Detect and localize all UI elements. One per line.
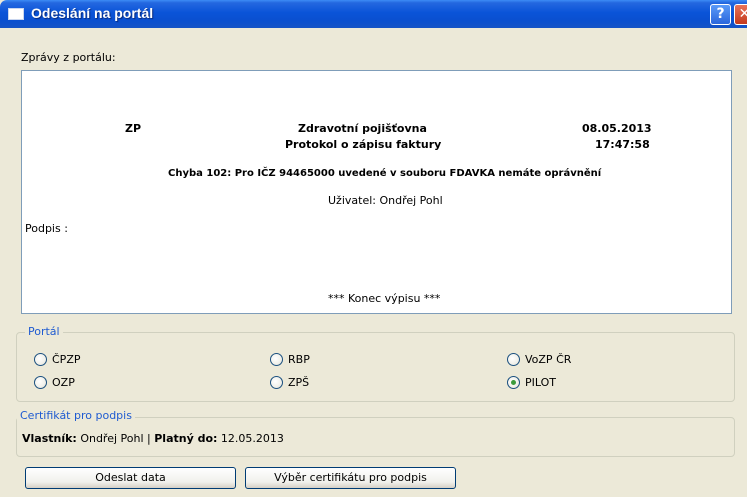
radio-label: VoZP ČR xyxy=(525,352,572,366)
dialog-window: Odeslání na portál ? ✕ Zprávy z portálu:… xyxy=(0,0,747,497)
radio-cpzp[interactable]: ČPZP xyxy=(34,351,80,367)
window-icon xyxy=(8,8,24,20)
window-title: Odeslání na portál xyxy=(31,5,154,21)
radio-rbp[interactable]: RBP xyxy=(270,351,310,367)
msg-title: Zdravotní pojišťovna xyxy=(298,122,427,135)
msg-subtitle: Protokol o zápisu faktury xyxy=(285,138,442,151)
radio-circle-checked[interactable] xyxy=(507,375,520,389)
radio-label: OZP xyxy=(52,375,75,389)
radio-label: PILOT xyxy=(525,375,556,389)
radio-pilot[interactable]: PILOT xyxy=(507,374,556,390)
send-data-button[interactable]: Odeslat data xyxy=(25,467,236,489)
portal-group xyxy=(16,332,735,402)
title-bar[interactable]: Odeslání na portál ? ✕ xyxy=(0,0,747,28)
msg-signature: Podpis : xyxy=(25,222,68,235)
owner-value: Ondřej Pohl | xyxy=(76,432,155,445)
msg-time: 17:47:58 xyxy=(595,138,650,151)
help-icon[interactable]: ? xyxy=(710,4,731,25)
messages-box[interactable]: ZP Zdravotní pojišťovna Protokol o zápis… xyxy=(21,70,732,314)
close-icon[interactable]: ✕ xyxy=(734,4,747,25)
radio-circle[interactable] xyxy=(34,352,47,366)
messages-label: Zprávy z portálu: xyxy=(21,51,116,64)
radio-label: ZPŠ xyxy=(288,375,310,389)
radio-circle[interactable] xyxy=(270,352,283,366)
radio-zps[interactable]: ZPŠ xyxy=(270,374,309,390)
msg-error: Chyba 102: Pro IČZ 94465000 uvedené v so… xyxy=(168,168,602,179)
msg-code: ZP xyxy=(125,122,142,135)
radio-label: RBP xyxy=(288,352,310,366)
msg-date: 08.05.2013 xyxy=(582,122,652,135)
msg-end: *** Konec výpisu *** xyxy=(328,292,441,305)
radio-vozp[interactable]: VoZP ČR xyxy=(507,351,571,367)
choose-certificate-button[interactable]: Výběr certifikátu pro podpis xyxy=(245,467,456,489)
certificate-legend: Certifikát pro podpis xyxy=(17,409,135,422)
radio-circle[interactable] xyxy=(270,375,283,389)
certificate-info: Vlastník: Ondřej Pohl | Platný do: 12.05… xyxy=(22,432,284,445)
msg-user: Uživatel: Ondřej Pohl xyxy=(328,194,443,207)
valid-value: 12.05.2013 xyxy=(217,432,284,445)
owner-label: Vlastník: xyxy=(22,432,77,445)
radio-ozp[interactable]: OZP xyxy=(34,374,75,390)
valid-label: Platný do: xyxy=(154,432,218,445)
radio-circle[interactable] xyxy=(34,375,47,389)
radio-circle[interactable] xyxy=(507,352,520,366)
radio-label: ČPZP xyxy=(52,352,81,366)
portal-legend: Portál xyxy=(25,325,63,338)
